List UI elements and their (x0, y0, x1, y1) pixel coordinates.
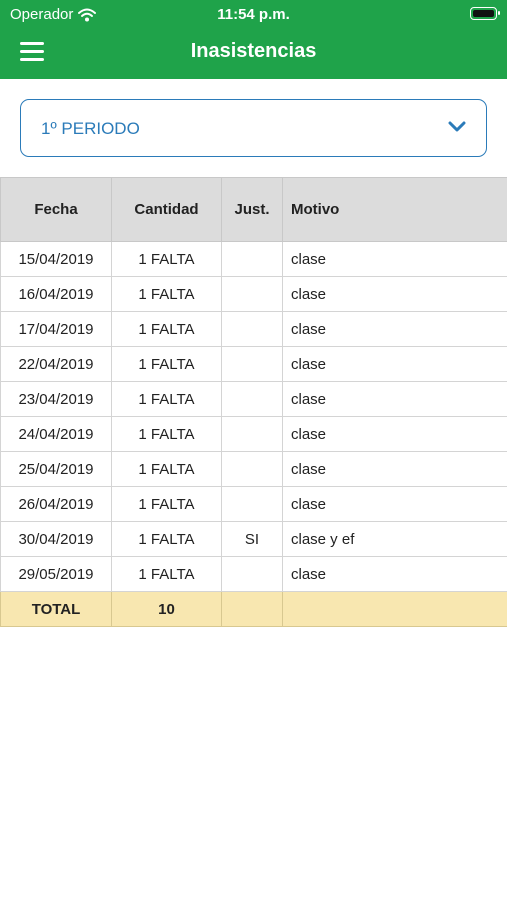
table-row: 22/04/2019 1 FALTA clase (0, 346, 507, 382)
cell-fecha: 29/05/2019 (0, 556, 112, 592)
cell-motivo: clase (282, 451, 507, 487)
page-title: Inasistencias (190, 40, 317, 62)
cell-motivo: clase (282, 346, 507, 382)
total-count: 10 (111, 591, 222, 627)
table-row: 25/04/2019 1 FALTA clase (0, 451, 507, 487)
table-row: 15/04/2019 1 FALTA clase (0, 241, 507, 277)
total-empty-cell (221, 591, 283, 627)
cell-cantidad: 1 FALTA (111, 451, 222, 487)
period-select-value: 1º PERIODO (41, 119, 140, 138)
cell-just (221, 241, 283, 277)
table-row: 24/04/2019 1 FALTA clase (0, 416, 507, 452)
cell-motivo: clase (282, 276, 507, 312)
cell-motivo: clase (282, 311, 507, 347)
table-row: 16/04/2019 1 FALTA clase (0, 276, 507, 312)
table-row: 26/04/2019 1 FALTA clase (0, 486, 507, 522)
cell-just (221, 486, 283, 522)
cell-fecha: 26/04/2019 (0, 486, 112, 522)
cell-fecha: 25/04/2019 (0, 451, 112, 487)
cell-cantidad: 1 FALTA (111, 276, 222, 312)
cell-just (221, 276, 283, 312)
cell-cantidad: 1 FALTA (111, 486, 222, 522)
column-header-cantidad: Cantidad (111, 177, 222, 242)
cell-just (221, 346, 283, 382)
cell-just: SI (221, 521, 283, 557)
cell-cantidad: 1 FALTA (111, 556, 222, 592)
status-bar: Operador 11:54 p.m. (0, 0, 507, 28)
cell-fecha: 15/04/2019 (0, 241, 112, 277)
app-header: Operador 11:54 p.m. Inasistencias (0, 0, 507, 79)
total-empty-cell (282, 591, 507, 627)
cell-motivo: clase (282, 381, 507, 417)
table-header-row: Fecha Cantidad Just. Motivo (0, 177, 507, 242)
table-row: 30/04/2019 1 FALTA SI clase y ef (0, 521, 507, 557)
cell-fecha: 22/04/2019 (0, 346, 112, 382)
cell-cantidad: 1 FALTA (111, 311, 222, 347)
cell-motivo: clase y ef (282, 521, 507, 557)
column-header-motivo: Motivo (282, 177, 507, 242)
period-select[interactable]: 1º PERIODO (20, 99, 487, 157)
battery-icon (470, 7, 500, 20)
table-row: 29/05/2019 1 FALTA clase (0, 556, 507, 592)
cell-fecha: 17/04/2019 (0, 311, 112, 347)
total-label: TOTAL (0, 591, 112, 627)
chevron-down-icon (448, 121, 466, 132)
cell-fecha: 24/04/2019 (0, 416, 112, 452)
cell-just (221, 451, 283, 487)
cell-cantidad: 1 FALTA (111, 416, 222, 452)
column-header-just: Just. (221, 177, 283, 242)
cell-cantidad: 1 FALTA (111, 521, 222, 557)
cell-cantidad: 1 FALTA (111, 346, 222, 382)
cell-motivo: clase (282, 416, 507, 452)
absences-table: Fecha Cantidad Just. Motivo 15/04/2019 1 … (0, 177, 507, 627)
cell-motivo: clase (282, 241, 507, 277)
cell-fecha: 16/04/2019 (0, 276, 112, 312)
cell-fecha: 23/04/2019 (0, 381, 112, 417)
status-time: 11:54 p.m. (217, 6, 290, 23)
cell-just (221, 311, 283, 347)
table-row: 23/04/2019 1 FALTA clase (0, 381, 507, 417)
total-row: TOTAL 10 (0, 591, 507, 627)
cell-motivo: clase (282, 556, 507, 592)
cell-cantidad: 1 FALTA (111, 381, 222, 417)
cell-motivo: clase (282, 486, 507, 522)
cell-fecha: 30/04/2019 (0, 521, 112, 557)
cell-just (221, 381, 283, 417)
table-row: 17/04/2019 1 FALTA clase (0, 311, 507, 347)
cell-just (221, 556, 283, 592)
cell-cantidad: 1 FALTA (111, 241, 222, 277)
column-header-fecha: Fecha (0, 177, 112, 242)
cell-just (221, 416, 283, 452)
